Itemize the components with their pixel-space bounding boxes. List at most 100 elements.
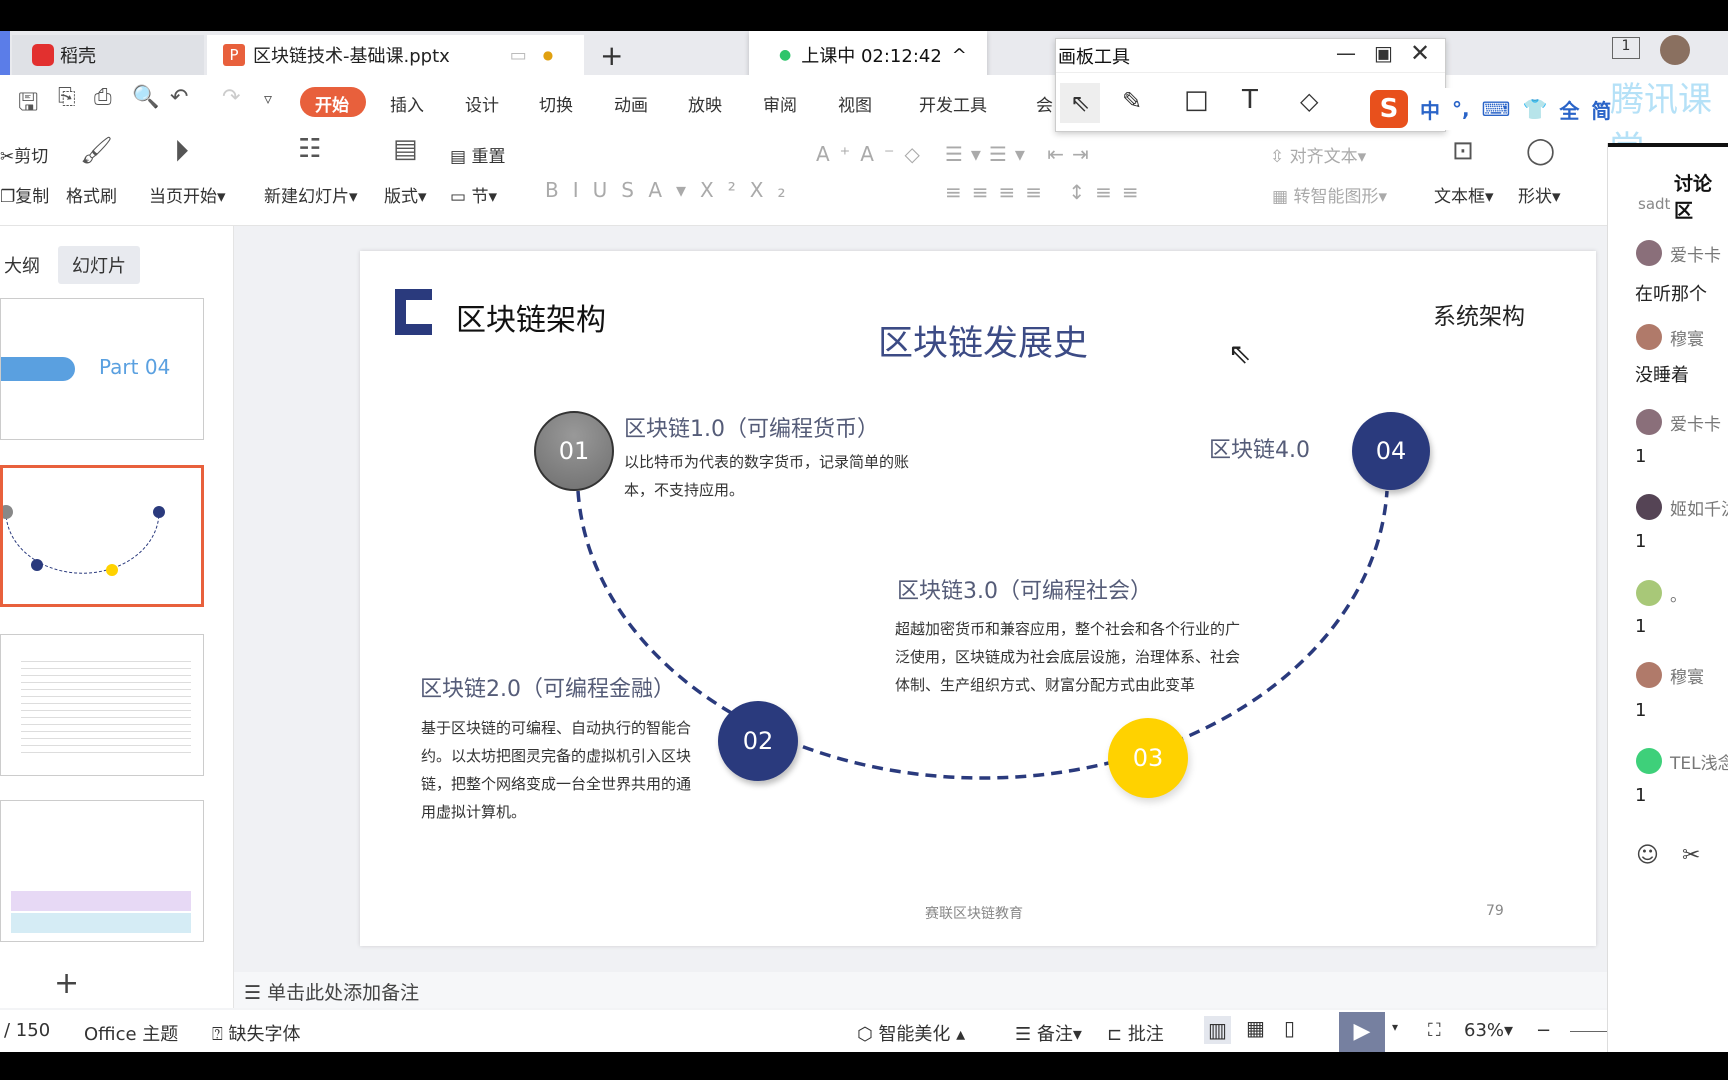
zoom-out-button[interactable]: −: [1536, 1020, 1551, 1041]
ime-fullwidth[interactable]: 全: [1559, 95, 1579, 124]
tab-accent: [0, 31, 10, 75]
minimize-icon[interactable]: —: [1336, 41, 1356, 65]
play-button[interactable]: ▶: [1339, 1012, 1385, 1052]
mouse-cursor-icon: ⇖: [1228, 337, 1252, 370]
select-icon[interactable]: ⇖: [1060, 83, 1100, 123]
beautify-button[interactable]: ⬡ 智能美化 ▴: [857, 1020, 965, 1046]
undo-icon[interactable]: ↶: [170, 85, 188, 110]
copy-button[interactable]: ❐复制: [0, 182, 49, 207]
menu-design[interactable]: 设计: [465, 91, 499, 116]
menu-home[interactable]: 开始: [315, 91, 349, 116]
preview-icon[interactable]: 🔍: [132, 85, 159, 110]
ime-toolbar[interactable]: S 中 °, ⌨ 👕 全 简: [1366, 88, 1631, 130]
menu-transition[interactable]: 切换: [539, 91, 573, 116]
slide-thumbnail[interactable]: [0, 634, 204, 776]
format-painter-button[interactable]: 格式刷: [66, 182, 117, 207]
stage-03-marker: 03: [1108, 718, 1188, 798]
reset-button[interactable]: ▤ 重置: [450, 142, 505, 167]
font-style-buttons[interactable]: BIUSA▾X²X₂: [545, 178, 799, 202]
pen-icon[interactable]: ✎: [1122, 87, 1142, 115]
stage-02-marker: 02: [718, 701, 798, 781]
comment-button[interactable]: ⊏ 批注: [1107, 1020, 1164, 1046]
class-status-box[interactable]: ● 上课中 02:12:42 ^: [749, 31, 987, 79]
textbox-button[interactable]: 文本框▾: [1434, 182, 1494, 207]
play-dropdown-icon[interactable]: ▾: [1392, 1020, 1398, 1034]
redo-icon[interactable]: ↷: [222, 85, 240, 110]
slide-canvas[interactable]: 区块链架构 系统架构 区块链发展史 01 02 03 04 区块链1.0（可编程…: [360, 251, 1596, 946]
stage-03-title: 区块链3.0（可编程社会）: [897, 579, 1152, 604]
maximize-icon[interactable]: ▣: [1374, 41, 1393, 65]
skin-icon[interactable]: 👕: [1522, 97, 1547, 121]
tab-label: 稻壳: [60, 46, 96, 67]
normal-view-icon[interactable]: ▥: [1204, 1016, 1231, 1044]
close-icon[interactable]: ✕: [1410, 39, 1430, 67]
customize-icon[interactable]: ▿: [264, 89, 272, 108]
keyboard-icon[interactable]: ⌨: [1482, 97, 1511, 121]
ime-lang[interactable]: 中: [1420, 95, 1440, 124]
slide-thumbnail[interactable]: [0, 800, 204, 942]
section-button[interactable]: ▭ 节▾: [450, 182, 497, 207]
add-slide-button[interactable]: +: [54, 966, 79, 1001]
menu-slideshow[interactable]: 放映: [688, 91, 722, 116]
ime-punct[interactable]: °,: [1452, 97, 1470, 121]
status-bar: / 150 Office 主题 ⍰ 缺失字体 ⬡ 智能美化 ▴ ☰ 备注▾ ⊏ …: [0, 1010, 1607, 1052]
tab-docer[interactable]: 稻壳: [12, 35, 204, 75]
window-count-icon[interactable]: 1: [1612, 37, 1640, 59]
chat-message: 1: [1635, 700, 1647, 721]
export-icon[interactable]: ⎘: [58, 85, 76, 110]
avatar: [1636, 748, 1662, 774]
notes-placeholder: 单击此处添加备注: [267, 982, 420, 1004]
new-slide-button[interactable]: 新建幻灯片▾: [264, 182, 358, 207]
chat-author: TEL浅念: [1636, 748, 1728, 774]
save-icon[interactable]: 🖫: [18, 85, 38, 126]
menu-insert[interactable]: 插入: [390, 91, 424, 116]
avatar: [1636, 409, 1662, 435]
smart-shape-button[interactable]: ▦ 转智能图形▾: [1272, 182, 1387, 207]
stage-03-body: 泛使用，区块链成为社会底层设施，治理体系、社会: [895, 648, 1241, 666]
chat-message: 1: [1635, 785, 1647, 806]
list-buttons[interactable]: ☰▾☰▾ ⇤⇥: [945, 142, 1097, 166]
align-buttons[interactable]: ≡≡≡≡ ↕≡≡: [945, 180, 1149, 204]
rectangle-icon[interactable]: □: [1184, 85, 1209, 115]
avatar: [1636, 324, 1662, 350]
play-from-current-button[interactable]: 当页开始▾: [149, 182, 226, 207]
menu-animation[interactable]: 动画: [614, 91, 648, 116]
stage-02-body: 基于区块链的可编程、自动执行的智能合: [421, 719, 692, 737]
scissors-icon[interactable]: ✂: [1682, 843, 1700, 868]
emoji-icon[interactable]: ☺: [1636, 843, 1659, 868]
font-size-buttons[interactable]: A⁺A⁻◇: [816, 142, 930, 166]
new-tab-button[interactable]: +: [600, 35, 623, 75]
menu-developer[interactable]: 开发工具: [919, 91, 987, 116]
layout-button[interactable]: 版式▾: [384, 182, 427, 207]
tab-document[interactable]: P 区块链技术-基础课.pptx ▭ ●: [207, 35, 584, 75]
discussion-title: 讨论区: [1674, 173, 1713, 222]
stage-04-title: 区块链4.0: [1209, 438, 1310, 463]
missing-font-button[interactable]: ⍰ 缺失字体: [212, 1020, 301, 1046]
tab-slides[interactable]: 幻灯片: [58, 246, 140, 284]
reading-view-icon[interactable]: ▯: [1284, 1016, 1295, 1040]
grid-view-icon[interactable]: ▦: [1246, 1016, 1265, 1040]
text-icon[interactable]: T: [1242, 85, 1258, 115]
notes-input[interactable]: ☰ 单击此处添加备注: [234, 972, 1607, 1008]
zoom-slider[interactable]: [1570, 1031, 1607, 1032]
menu-view[interactable]: 视图: [838, 91, 872, 116]
fit-icon[interactable]: ⛶: [1428, 1020, 1441, 1041]
align-text-button[interactable]: ⇳ 对齐文本▾: [1270, 142, 1366, 167]
slide-thumbnail[interactable]: Part 04: [0, 298, 204, 440]
theme-label[interactable]: Office 主题: [84, 1020, 178, 1046]
chat-message: 在听那个: [1635, 284, 1707, 305]
print-icon[interactable]: ⎙: [94, 85, 112, 110]
shape-button[interactable]: 形状▾: [1518, 182, 1561, 207]
stage-02-body: 链，把整个网络变成一台全世界共用的通: [421, 775, 692, 793]
chevron-up-icon[interactable]: ^: [952, 45, 967, 66]
zoom-select[interactable]: 63%▾: [1464, 1020, 1513, 1041]
notes-button[interactable]: ☰ 备注▾: [1015, 1020, 1082, 1046]
user-avatar[interactable]: [1660, 35, 1690, 65]
tab-outline[interactable]: 大纲: [4, 252, 40, 278]
ime-simplified[interactable]: 简: [1591, 95, 1611, 124]
menu-review[interactable]: 审阅: [763, 91, 797, 116]
slide-thumbnail-selected[interactable]: [0, 465, 204, 607]
menu-member[interactable]: 会: [1036, 91, 1053, 116]
eraser-icon[interactable]: ◇: [1300, 87, 1318, 115]
cut-button[interactable]: ✂剪切: [0, 142, 48, 167]
